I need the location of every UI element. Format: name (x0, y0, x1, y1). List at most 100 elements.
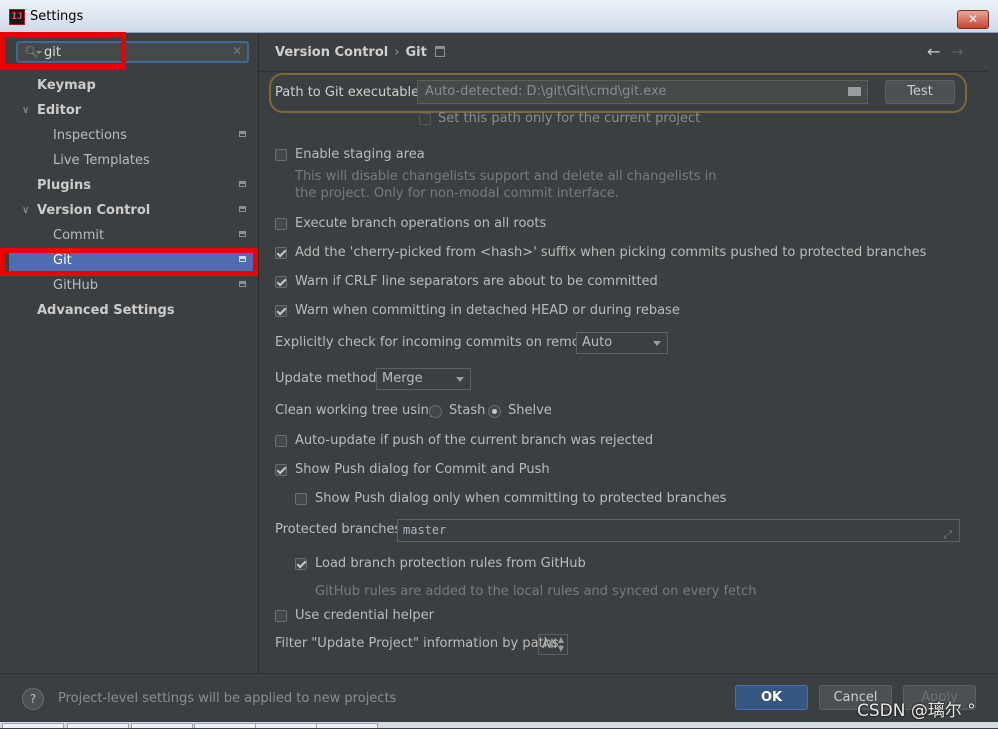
incoming-commits-select[interactable]: Auto (576, 332, 668, 354)
search-input[interactable] (44, 44, 214, 60)
project-settings-icon (239, 181, 246, 187)
git-path-field[interactable]: Auto-detected: D:\git\Git\cmd\git.exe (417, 80, 868, 104)
staging-hint-line1: This will disable changelists support an… (295, 169, 717, 184)
push-dialog-protected-label: Show Push dialog only when committing to… (315, 491, 727, 506)
project-settings-icon (239, 131, 246, 137)
credential-helper-label: Use credential helper (295, 608, 434, 623)
chevron-down-icon[interactable]: ∨ (22, 198, 29, 223)
breadcrumb: Version Control › Git (275, 45, 445, 60)
taskbar-button[interactable] (194, 723, 256, 728)
sidebar-item-label: Live Templates (53, 153, 150, 168)
detached-head-checkbox[interactable] (275, 305, 287, 317)
title-bar: IJ Settings ✕ (0, 0, 998, 33)
git-path-placeholder: Auto-detected: D:\git\Git\cmd\git.exe (425, 84, 667, 99)
push-dialog-label: Show Push dialog for Commit and Push (295, 462, 550, 477)
expand-icon[interactable]: ⤢ (943, 524, 952, 545)
spinner-arrows-icon: ▲ ▼ (557, 635, 564, 653)
taskbar-button[interactable] (131, 723, 193, 728)
cherry-pick-label: Add the 'cherry-picked from <hash>' suff… (295, 245, 927, 260)
project-settings-icon (434, 46, 445, 57)
push-dialog-protected-checkbox[interactable] (295, 493, 307, 505)
sidebar-item-label: Keymap (37, 78, 96, 93)
protected-branches-label: Protected branches: (275, 522, 406, 537)
project-settings-icon (239, 206, 246, 212)
staging-hint-line2: the project. Only for non-modal commit i… (295, 186, 619, 201)
chevron-down-icon (456, 377, 464, 382)
load-protection-rules-checkbox[interactable] (295, 558, 307, 570)
window-title: Settings (30, 9, 84, 24)
protected-branches-input[interactable]: master ⤢ (397, 519, 960, 542)
settings-search[interactable]: 🔍︎ ✕ (16, 41, 249, 63)
shelve-label: Shelve (508, 403, 552, 418)
sidebar-item-label: Advanced Settings (37, 303, 175, 318)
search-history-caret-icon[interactable] (36, 51, 42, 54)
sidebar-item-label: Commit (53, 228, 105, 243)
intellij-app-icon: IJ (9, 9, 25, 25)
taskbar-button[interactable] (2, 723, 64, 728)
stash-label: Stash (449, 403, 486, 418)
auto-update-checkbox[interactable] (275, 435, 287, 447)
clear-icon[interactable]: ✕ (232, 44, 242, 58)
incoming-commits-label: Explicitly check for incoming commits on… (275, 335, 605, 350)
sidebar-item-editor[interactable]: ∨ Editor (9, 98, 258, 123)
sidebar-item-label: Inspections (53, 128, 127, 143)
header-divider (259, 71, 988, 72)
sidebar-item-label: Git (53, 253, 72, 268)
ok-button[interactable]: OK (735, 685, 808, 710)
cherry-pick-checkbox[interactable] (275, 247, 287, 259)
git-settings-panel: Version Control › Git ← → Path to Git execu… (259, 33, 988, 673)
stash-radio[interactable] (429, 405, 442, 418)
sidebar-item-commit[interactable]: Commit (9, 223, 258, 248)
current-project-checkbox[interactable] (419, 113, 431, 125)
staging-area-checkbox[interactable] (275, 149, 287, 161)
update-method-value: Merge (382, 371, 423, 386)
arrow-left-icon[interactable]: ← (927, 42, 940, 61)
git-path-label: Path to Git executable: (275, 85, 424, 100)
clean-tree-label: Clean working tree using: (275, 403, 442, 418)
sidebar-item-git[interactable]: Git (9, 248, 258, 273)
filter-paths-select[interactable]: All ▲ ▼ (538, 634, 568, 655)
sidebar-item-keymap[interactable]: Keymap (9, 73, 258, 98)
push-dialog-checkbox[interactable] (275, 464, 287, 476)
sidebar-item-inspections[interactable]: Inspections (9, 123, 258, 148)
settings-sidebar: 🔍︎ ✕ Keymap ∨ Editor Inspections Live Te… (9, 33, 259, 673)
sidebar-item-version-control[interactable]: ∨ Version Control (9, 198, 258, 223)
update-method-select[interactable]: Merge (376, 368, 471, 390)
taskbar-button[interactable] (316, 723, 378, 728)
breadcrumb-separator: › (394, 45, 400, 60)
breadcrumb-parent[interactable]: Version Control (275, 45, 388, 60)
chevron-down-icon[interactable]: ∨ (22, 98, 29, 123)
sidebar-item-advanced-settings[interactable]: Advanced Settings (9, 298, 258, 323)
load-protection-rules-label: Load branch protection rules from GitHub (315, 556, 586, 571)
folder-icon[interactable] (848, 87, 861, 96)
crlf-warning-checkbox[interactable] (275, 276, 287, 288)
sidebar-item-label: GitHub (53, 278, 99, 293)
footer-note: Project-level settings will be applied t… (58, 691, 397, 706)
test-button[interactable]: Test (885, 80, 955, 104)
project-settings-icon (239, 231, 246, 237)
protected-branches-value: master (403, 523, 447, 537)
arrow-right-icon[interactable]: → (950, 42, 963, 61)
update-method-label: Update method: (275, 371, 381, 386)
taskbar-button[interactable] (67, 723, 129, 728)
shelve-radio[interactable] (488, 405, 501, 418)
dialog-footer: ? Project-level settings will be applied… (0, 673, 998, 729)
branch-ops-checkbox[interactable] (275, 218, 287, 230)
sidebar-item-plugins[interactable]: Plugins (9, 173, 258, 198)
help-icon[interactable]: ? (22, 688, 44, 710)
filter-paths-label: Filter "Update Project" information by p… (275, 636, 564, 651)
incoming-commits-value: Auto (582, 335, 613, 350)
taskbar-button[interactable] (255, 723, 317, 728)
sidebar-item-github[interactable]: GitHub (9, 273, 258, 298)
filter-paths-value: All (542, 637, 557, 651)
crlf-warning-label: Warn if CRLF line separators are about t… (295, 274, 658, 289)
sidebar-item-live-templates[interactable]: Live Templates (9, 148, 258, 173)
sidebar-item-label: Editor (37, 103, 82, 118)
sidebar-item-label: Plugins (37, 178, 91, 193)
credential-helper-checkbox[interactable] (275, 610, 287, 622)
branch-ops-label: Execute branch operations on all roots (295, 216, 547, 231)
window-close-button[interactable]: ✕ (957, 10, 989, 29)
history-navigation: ← → (927, 42, 964, 61)
protection-rules-hint: GitHub rules are added to the local rule… (315, 584, 757, 599)
breadcrumb-current: Git (405, 45, 427, 60)
